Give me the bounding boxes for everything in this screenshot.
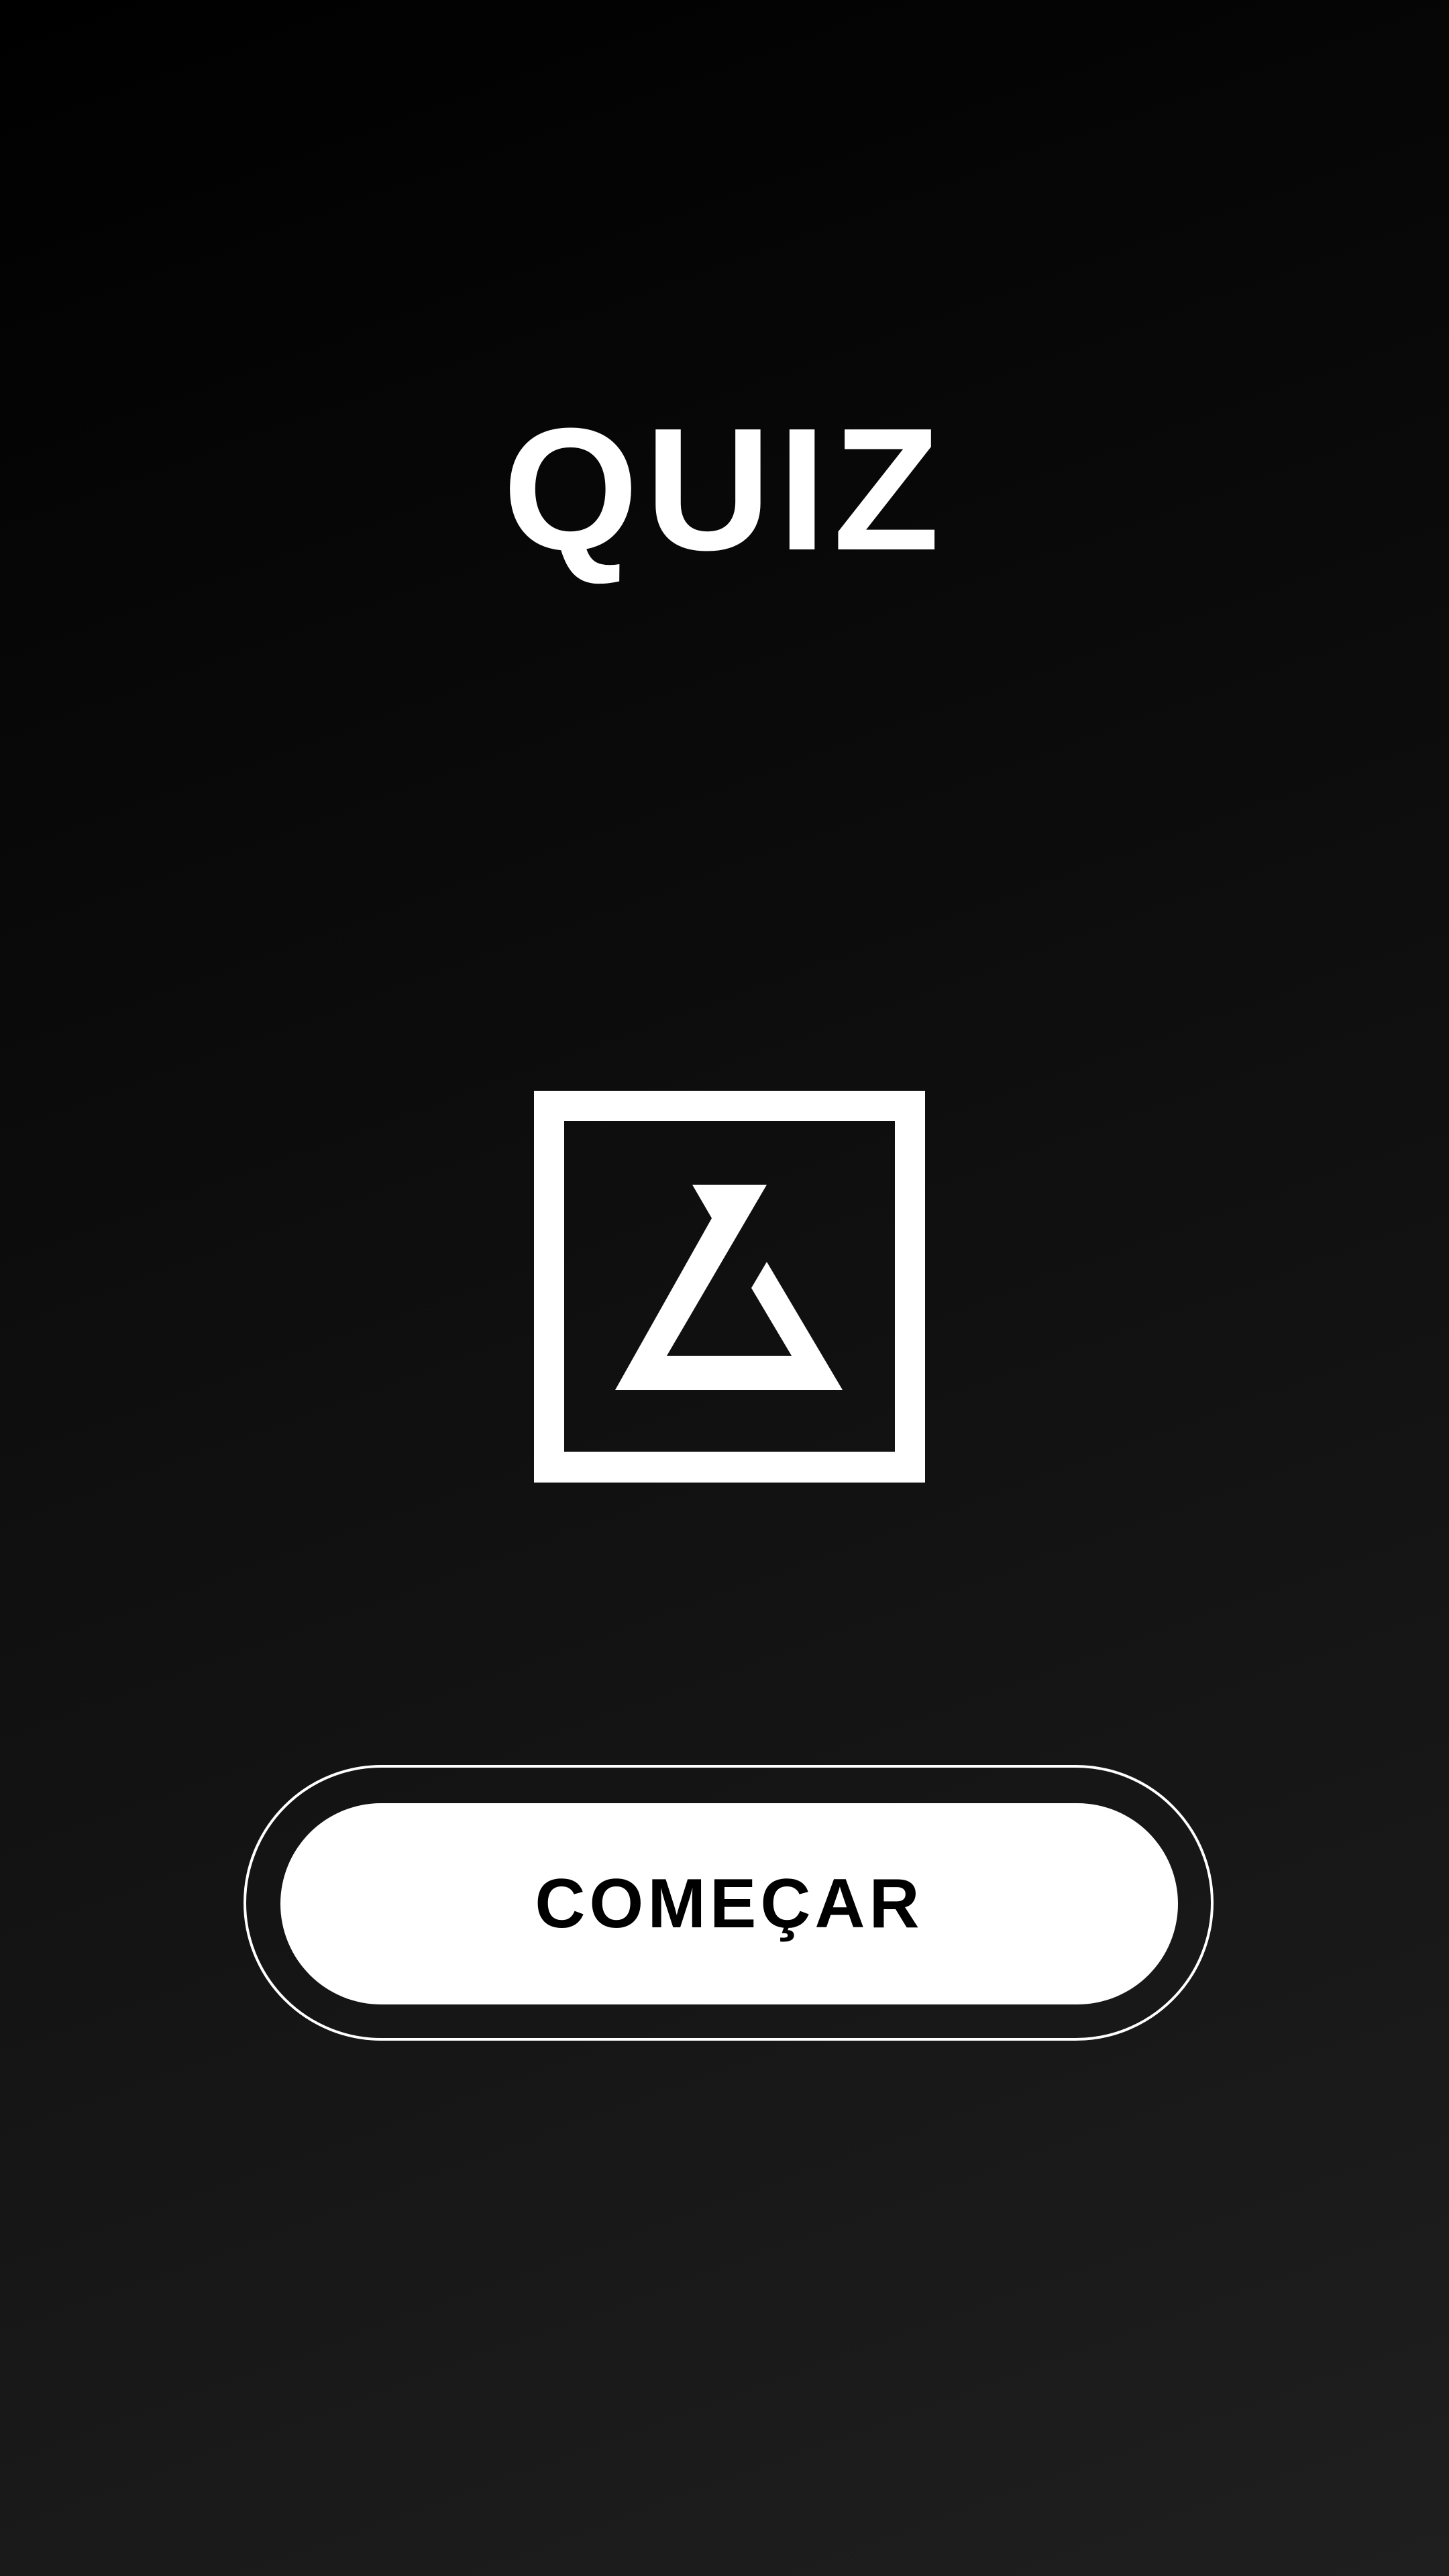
start-button-label: COMEÇAR [535,1865,924,1943]
start-button[interactable]: COMEÇAR [280,1803,1178,2004]
start-screen: QUIZ COMEÇAR [0,0,1449,2576]
logo-icon [534,1091,925,1483]
page-title: QUIZ [502,392,947,587]
